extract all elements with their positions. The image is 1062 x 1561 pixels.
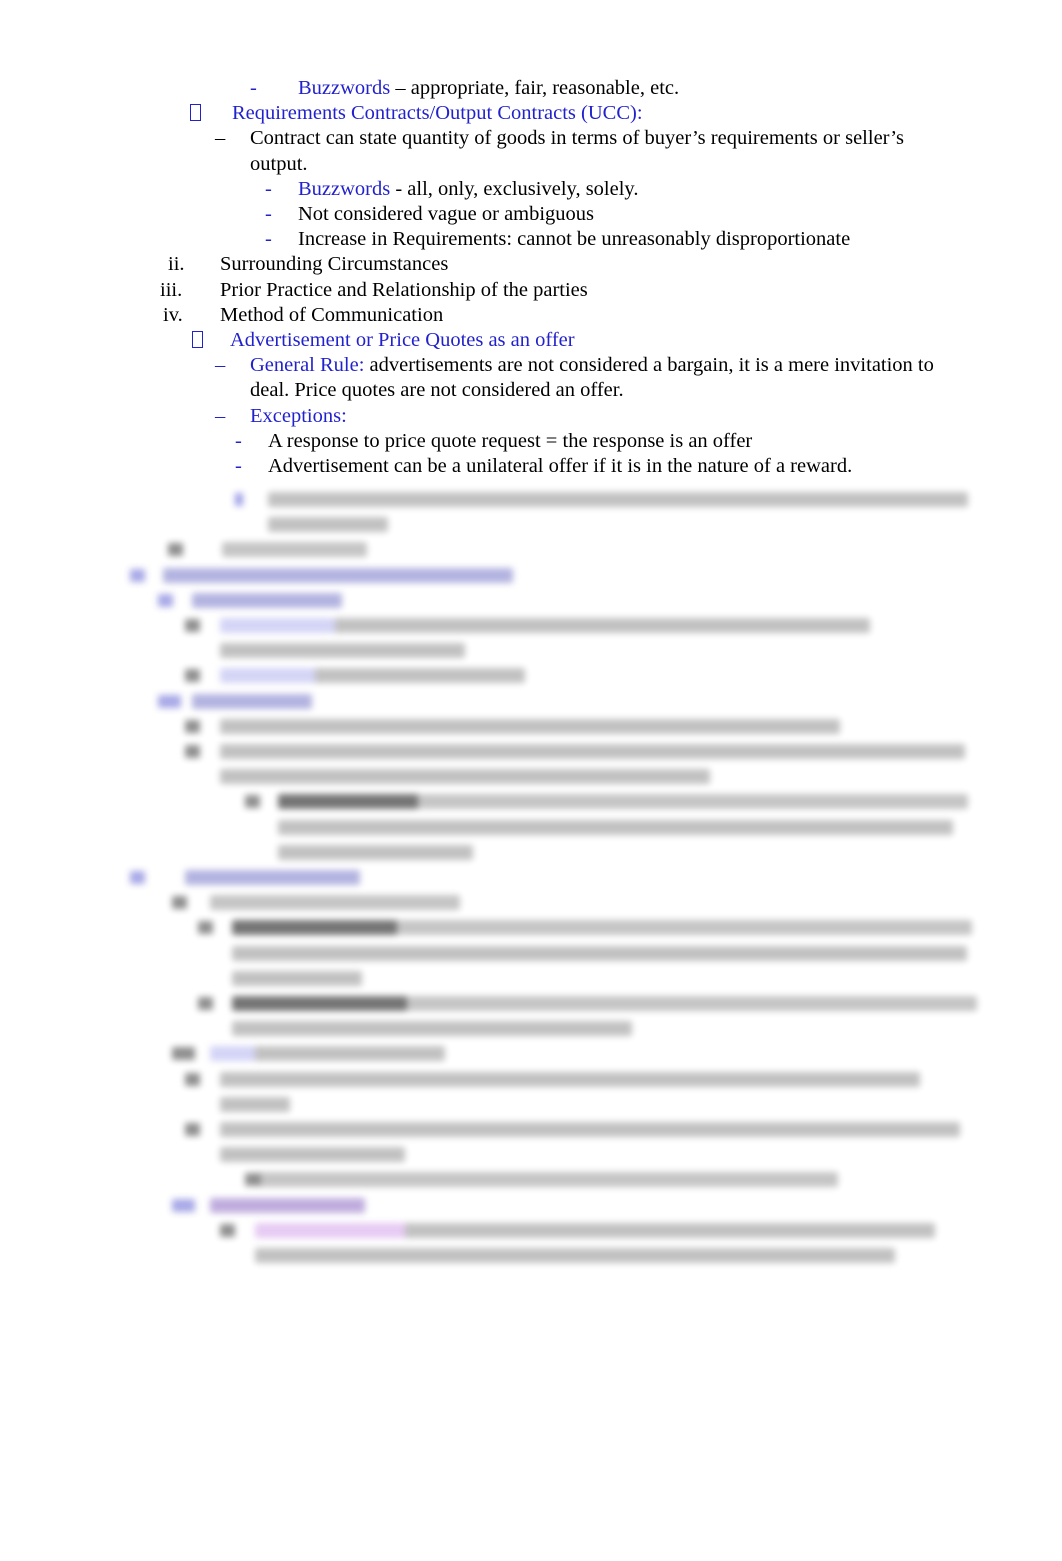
- text-run: Exceptions:: [250, 404, 347, 427]
- redacted-text-run: [220, 668, 525, 684]
- redacted-text-run: [258, 1172, 838, 1188]
- list-marker: -: [265, 177, 272, 200]
- text-run: Increase in Requirements: cannot be unre…: [298, 228, 851, 251]
- redacted-text-run: [255, 1247, 895, 1263]
- list-marker: -: [235, 455, 242, 477]
- text-run: – appropriate, fair, reasonable, etc.: [395, 77, 680, 99]
- list-marker: [130, 568, 145, 582]
- list-marker: -: [265, 203, 272, 225]
- redacted-text-run: [163, 567, 513, 583]
- text-run: Surrounding Circumstances: [220, 253, 449, 276]
- text-run: Requirements Contracts/Output Contracts …: [232, 102, 643, 125]
- list-marker: [172, 896, 187, 910]
- redacted-text-run: [192, 592, 342, 608]
- redacted-text-run: [232, 945, 967, 961]
- redacted-text-run: [210, 1197, 365, 1213]
- list-marker: -: [265, 228, 272, 251]
- redacted-text-run: [220, 1122, 960, 1137]
- redacted-text-run: [220, 718, 840, 734]
- list-marker: [158, 694, 181, 708]
- redacted-text-run: [222, 542, 367, 558]
- list-marker: -: [235, 429, 242, 452]
- list-marker: [192, 328, 203, 353]
- list-marker: [220, 1223, 235, 1237]
- list-marker: [185, 669, 200, 683]
- list-marker: [185, 1072, 200, 1086]
- list-marker: [172, 1047, 195, 1061]
- list-marker: ii.: [168, 253, 185, 276]
- redacted-text-run: [220, 1147, 405, 1163]
- text-run: Buzzwords: [298, 77, 396, 99]
- list-marker: iv.: [163, 303, 183, 326]
- redacted-text-run: [268, 517, 388, 533]
- redacted-text-run: [185, 870, 360, 885]
- list-marker: [172, 1198, 195, 1212]
- list-marker: –: [215, 404, 226, 427]
- redacted-text-run: [220, 1096, 290, 1112]
- text-run: - all, only, exclusively, solely.: [395, 177, 639, 200]
- redacted-text-run: [278, 844, 473, 860]
- list-marker: [185, 745, 200, 758]
- list-marker: –: [215, 127, 226, 150]
- outline-line-text: Exceptions:: [250, 404, 960, 429]
- list-marker: [198, 921, 213, 935]
- list-marker: [185, 719, 200, 733]
- redacted-bold-run: [278, 794, 418, 810]
- list-marker: [190, 101, 201, 126]
- redacted-text-run: [220, 744, 965, 759]
- outline-line-text: A response to price quote request = the …: [268, 429, 960, 454]
- list-marker: [185, 1123, 200, 1136]
- list-marker: [235, 493, 243, 506]
- redacted-text-run: [220, 1071, 920, 1087]
- outline-line-text: General Rule: advertisements are not con…: [250, 353, 960, 403]
- outline-line-text: Method of Communication: [220, 303, 960, 328]
- list-marker: iii.: [160, 278, 183, 301]
- text-run: Contract can state quantity of goods in …: [250, 127, 904, 175]
- list-marker: [168, 543, 183, 557]
- list-marker: –: [215, 354, 226, 377]
- redacted-text-run: [210, 1046, 445, 1062]
- list-marker: -: [250, 77, 257, 99]
- redacted-text-run: [220, 618, 870, 633]
- outline-line-text: Buzzwords – appropriate, fair, reasonabl…: [298, 76, 960, 101]
- list-marker: [130, 871, 145, 884]
- redacted-text-run: [268, 492, 968, 507]
- outline-line-text: Contract can state quantity of goods in …: [250, 126, 960, 176]
- outline-line-text: Increase in Requirements: cannot be unre…: [298, 227, 960, 252]
- list-marker: [198, 997, 213, 1010]
- outline-line-text: Advertisement or Price Quotes as an offe…: [230, 328, 960, 353]
- unmapped-bullet-icon: [192, 331, 203, 348]
- text-run: Prior Practice and Relationship of the p…: [220, 278, 588, 301]
- redacted-text-run: [232, 970, 362, 986]
- text-run: General Rule:: [250, 354, 370, 377]
- unmapped-bullet-icon: [190, 104, 201, 122]
- outline-line-text: Buzzwords - all, only, exclusively, sole…: [298, 177, 960, 202]
- text-run: Buzzwords: [298, 177, 396, 200]
- redacted-text-run: [278, 819, 953, 835]
- redacted-text-run: [210, 895, 460, 911]
- redacted-bold-run: [232, 996, 407, 1011]
- document-page: - Buzzwords – appropriate, fair, reasonab…: [0, 0, 1062, 1561]
- redacted-text-run: [232, 1021, 632, 1037]
- text-run: Advertisement or Price Quotes as an offe…: [230, 329, 575, 351]
- redacted-text-run: [255, 1222, 935, 1238]
- redacted-text-run: [220, 643, 465, 659]
- outline-line-text: Advertisement can be a unilateral offer …: [268, 454, 960, 479]
- text-run: A response to price quote request = the …: [268, 429, 753, 452]
- redacted-text-run: [220, 769, 710, 785]
- redacted-bold-run: [232, 920, 397, 936]
- outline-line-text: Prior Practice and Relationship of the p…: [220, 278, 960, 303]
- outline-line-text: Requirements Contracts/Output Contracts …: [232, 101, 960, 126]
- redacted-text-run: [192, 693, 312, 709]
- text-run: Method of Communication: [220, 303, 444, 326]
- text-run: Not considered vague or ambiguous: [298, 203, 595, 225]
- outline-line-text: Not considered vague or ambiguous: [298, 202, 960, 227]
- outline-line-text: Surrounding Circumstances: [220, 252, 960, 277]
- text-run: Advertisement can be a unilateral offer …: [268, 455, 853, 477]
- list-marker: [245, 795, 260, 809]
- list-marker: [185, 619, 200, 632]
- list-marker: [158, 593, 173, 607]
